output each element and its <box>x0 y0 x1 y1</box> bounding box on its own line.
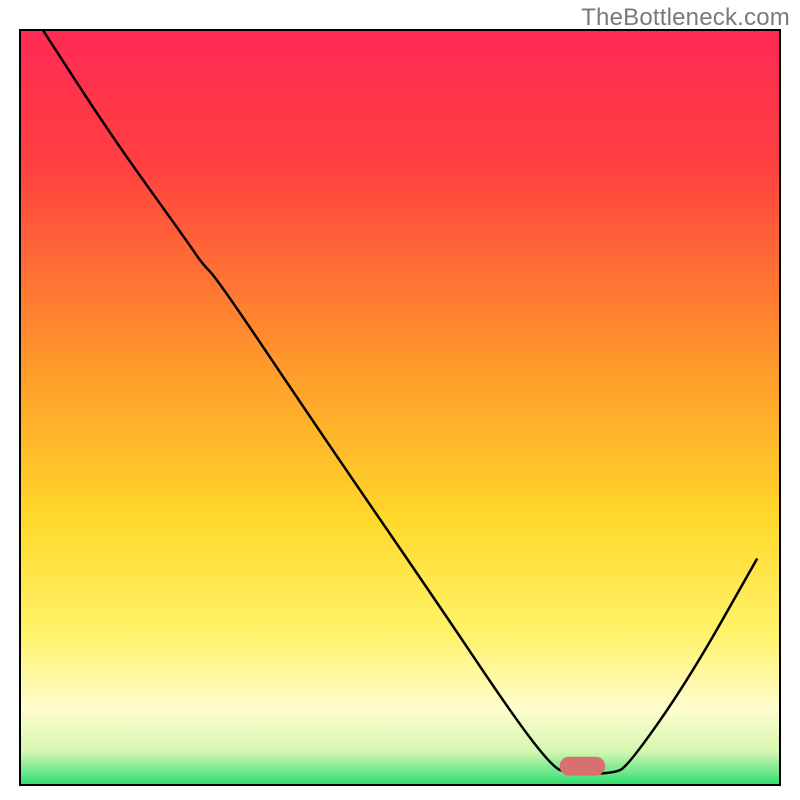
gradient-background <box>20 30 780 785</box>
plot-area <box>20 30 780 785</box>
optimal-marker <box>560 757 606 776</box>
chart-container: TheBottleneck.com <box>0 0 800 800</box>
bottleneck-chart <box>0 0 800 800</box>
watermark-text: TheBottleneck.com <box>581 4 790 32</box>
